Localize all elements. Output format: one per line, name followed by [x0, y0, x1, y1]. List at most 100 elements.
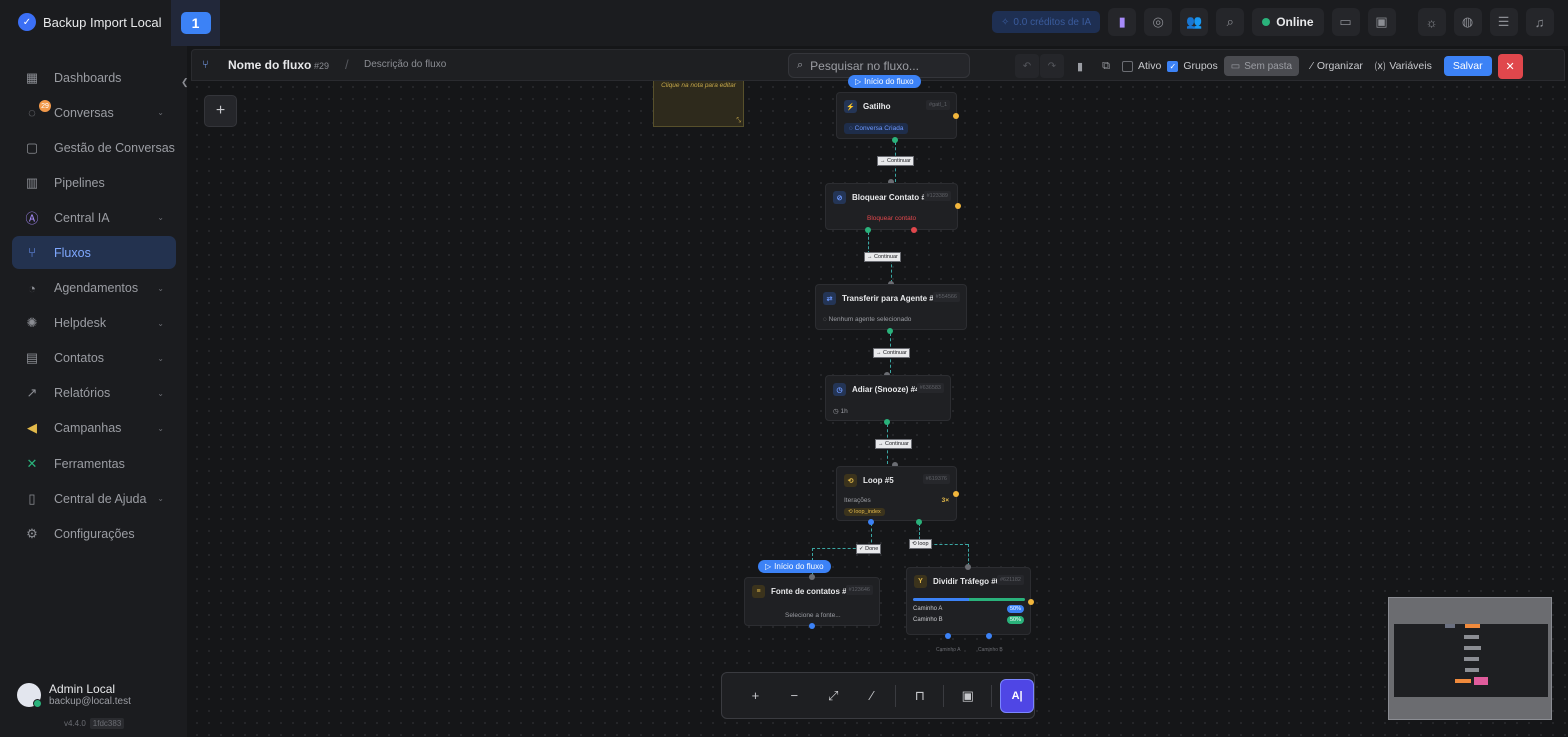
- database-icon: ≡: [752, 585, 765, 598]
- zoom-in-icon[interactable]: +: [736, 681, 775, 711]
- node-dividir-trafego[interactable]: Y Dividir Tráfego #6 #621182 Caminho A 50…: [906, 567, 1031, 635]
- chevron-down-icon: ⌄: [157, 318, 164, 328]
- sidebar-item-conversas[interactable]: ◌ 29 Conversas ⌄: [12, 96, 176, 129]
- flow-search-input[interactable]: [810, 58, 951, 73]
- magic-wand-icon[interactable]: ⁄: [853, 681, 892, 711]
- sidebar: ▦ Dashboards ◌ 29 Conversas ⌄ ▢ Gestão de Con…: [0, 46, 187, 737]
- node-handle[interactable]: [965, 564, 971, 570]
- node-handle[interactable]: [868, 519, 874, 525]
- sidebar-item-fluxos[interactable]: ⑂ Fluxos: [12, 236, 176, 270]
- message-settings-icon: ▢: [25, 139, 39, 155]
- target-icon[interactable]: ◎: [1144, 8, 1173, 36]
- user-profile[interactable]: Admin Local backup@local.test: [17, 682, 131, 708]
- sidebar-item-ferramentas[interactable]: ✕ Ferramentas: [12, 447, 176, 480]
- node-fonte-contatos[interactable]: ≡ Fonte de contatos #7 #123646 Selecione …: [744, 577, 880, 626]
- flow-name[interactable]: Nome do fluxo: [228, 58, 311, 72]
- sidebar-item-label: Relatórios: [54, 386, 111, 401]
- copy-icon[interactable]: ⧉: [1096, 56, 1116, 76]
- sidebar-item-gestao-conversas[interactable]: ▢ Gestão de Conversas: [12, 131, 176, 164]
- user-name: Admin Local: [49, 682, 116, 696]
- image-export-icon[interactable]: ▣: [948, 681, 987, 711]
- clock-icon: ◷: [833, 383, 846, 396]
- node-handle[interactable]: [887, 328, 893, 334]
- globe-icon[interactable]: ◍: [1453, 8, 1482, 36]
- node-handle[interactable]: [1028, 599, 1034, 605]
- bell-icon[interactable]: ♫: [1525, 8, 1554, 36]
- status-online-button[interactable]: Online: [1252, 8, 1324, 36]
- node-handle[interactable]: [955, 203, 961, 209]
- ai-assistant-icon[interactable]: A|: [1000, 678, 1035, 713]
- close-icon[interactable]: ✕: [1497, 53, 1523, 79]
- grupos-checkbox[interactable]: ✓ Grupos: [1167, 60, 1218, 72]
- sidebar-item-contatos[interactable]: ▤ Contatos ⌄: [12, 342, 176, 375]
- node-handle[interactable]: [916, 519, 922, 525]
- undo-icon[interactable]: ↶: [1015, 54, 1039, 78]
- ai-credits-label: 0.0 créditos de IA: [1013, 16, 1092, 28]
- node-handle[interactable]: [865, 227, 871, 233]
- node-handle[interactable]: [953, 491, 959, 497]
- edge-label-done: ✓ Done: [856, 544, 882, 554]
- sidebar-item-label: Agendamentos: [54, 281, 139, 296]
- node-adiar-snooze[interactable]: ◷ Adiar (Snooze) #4 #636583 ◷ 1h: [825, 375, 951, 421]
- sidebar-item-configuracoes[interactable]: ⚙ Configurações: [12, 517, 176, 550]
- node-title-text: Fonte de contatos #7: [771, 587, 852, 596]
- node-handle[interactable]: [953, 113, 959, 119]
- node-id: #123646: [845, 585, 873, 595]
- workspace-tab[interactable]: 1: [171, 0, 220, 46]
- node-bloquear-contato[interactable]: ⊘ Bloquear Contato #1 #123389 Bloquear co…: [825, 183, 958, 230]
- play-icon: ▷: [765, 562, 772, 571]
- build-hash: 1fdc383: [89, 718, 125, 729]
- node-transferir-agente[interactable]: ⇄ Transferir para Agente #2 #554566 ◌ Nen…: [815, 284, 967, 330]
- add-node-button[interactable]: +: [204, 95, 237, 127]
- zoom-out-icon[interactable]: −: [775, 681, 814, 711]
- path-b-percent: 50%: [1006, 616, 1024, 624]
- sidebar-item-campanhas[interactable]: ◀ Campanhas ⌄: [12, 412, 176, 445]
- node-handle[interactable]: [945, 633, 951, 639]
- sidebar-item-relatorios[interactable]: ↗ Relatórios ⌄: [12, 377, 176, 410]
- sidebar-item-helpdesk[interactable]: ✺ Helpdesk ⌄: [12, 307, 176, 340]
- redo-icon[interactable]: ↷: [1040, 54, 1064, 78]
- node-id: #gatl_1: [925, 100, 950, 110]
- sidebar-item-pipelines[interactable]: ▥ Pipelines: [12, 166, 176, 199]
- edge-label-text: Continuar: [883, 350, 907, 356]
- unlock-icon[interactable]: ⊓: [900, 681, 939, 711]
- sun-icon[interactable]: ☼: [1417, 8, 1446, 36]
- archive-icon[interactable]: ▣: [1367, 8, 1396, 36]
- search-icon[interactable]: ⌕: [1216, 8, 1245, 36]
- node-handle[interactable]: [911, 227, 917, 233]
- checklist-icon[interactable]: ☰: [1489, 8, 1518, 36]
- node-handle[interactable]: [986, 633, 992, 639]
- brand[interactable]: ✓ Backup Import Local: [18, 13, 162, 31]
- chevron-down-icon: ⌄: [157, 108, 164, 118]
- sidebar-item-central-ajuda[interactable]: ▯ Central de Ajuda ⌄: [12, 482, 176, 515]
- organize-button[interactable]: ⁄ Organizar: [1311, 60, 1363, 72]
- node-handle[interactable]: [809, 574, 815, 580]
- flow-description[interactable]: Descrição do fluxo: [364, 59, 446, 70]
- node-gatilho[interactable]: ⚡ Gatilho #gatl_1 ◌ Conversa Criada: [836, 92, 957, 139]
- sidebar-item-central-ia[interactable]: Ⓐ Central IA ⌄: [12, 201, 176, 234]
- chevron-down-icon: ⌄: [157, 213, 164, 223]
- divider: [943, 684, 945, 707]
- node-handle[interactable]: [809, 623, 815, 629]
- folder-button[interactable]: ▭ Sem pasta: [1223, 56, 1300, 76]
- sidebar-item-agendamentos[interactable]: ◔ Agendamentos ⌄: [12, 272, 176, 305]
- flow-actions: ↶ ↷ ▮ ⧉ Ativo ✓ Grupos ▭ Sem pasta ⁄ Organi…: [1015, 53, 1523, 79]
- node-id: #619376: [922, 474, 950, 484]
- stats-icon[interactable]: ▮: [1070, 56, 1090, 76]
- bar-chart-icon[interactable]: ▮: [1108, 8, 1137, 36]
- node-handle[interactable]: [884, 419, 890, 425]
- chat-icon[interactable]: ▭: [1331, 8, 1360, 36]
- sidebar-item-dashboards[interactable]: ▦ Dashboards: [12, 61, 176, 94]
- node-loop[interactable]: ⟲ Loop #5 #619376 Iterações 3× ⟲ loop_ind…: [836, 466, 957, 521]
- node-handle[interactable]: [892, 137, 898, 143]
- fit-view-icon[interactable]: ⤢: [814, 681, 853, 711]
- minimap[interactable]: [1388, 597, 1552, 720]
- ai-credits-button[interactable]: ✧ 0.0 créditos de IA: [992, 11, 1101, 33]
- ativo-checkbox[interactable]: Ativo: [1122, 60, 1161, 72]
- output-label-a: Caminho A: [936, 647, 961, 653]
- save-button[interactable]: Salvar: [1443, 56, 1492, 76]
- variables-button[interactable]: ⒳ Variáveis: [1375, 59, 1432, 74]
- sticky-note[interactable]: Clique na nota para editar ⤡: [653, 81, 744, 127]
- resize-icon[interactable]: ⤡: [735, 117, 741, 125]
- users-icon[interactable]: 👥: [1180, 8, 1209, 36]
